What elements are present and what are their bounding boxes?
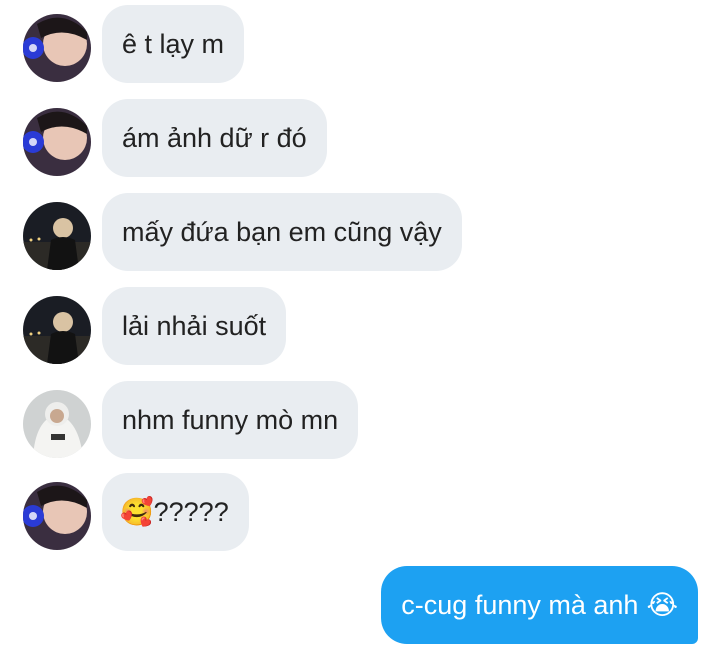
- avatar-user-a[interactable]: [23, 14, 91, 82]
- avatar-user-b[interactable]: [23, 202, 91, 270]
- avatar-photo-icon: [23, 202, 91, 270]
- avatar-photo-icon: [23, 296, 91, 364]
- message-text: nhm funny mò mn: [122, 404, 339, 435]
- avatar-user-c[interactable]: [23, 390, 91, 458]
- message-text: ám ảnh dữ r đó: [122, 122, 307, 153]
- message-text: ê t lạy m: [122, 28, 225, 59]
- sent-message-bubble[interactable]: c-cug funny mà anh 😭: [381, 566, 698, 644]
- loudly-crying-face-icon: 😭: [646, 589, 678, 621]
- message-text: ?????: [153, 496, 229, 527]
- avatar-user-a[interactable]: [23, 482, 91, 550]
- message-bubble[interactable]: ê t lạy m: [102, 5, 245, 83]
- avatar-photo-icon: [23, 14, 91, 82]
- avatar-user-a[interactable]: [23, 108, 91, 176]
- avatar-photo-icon: [23, 390, 91, 458]
- message-bubble[interactable]: lải nhải suốt: [102, 287, 287, 365]
- message-text: lải nhải suốt: [122, 310, 267, 341]
- message-text: mấy đứa bạn em cũng vậy: [122, 216, 442, 247]
- message-bubble[interactable]: nhm funny mò mn: [102, 381, 359, 459]
- smiling-face-with-hearts-icon: 🥰: [120, 497, 154, 528]
- avatar-user-b[interactable]: [23, 296, 91, 364]
- message-bubble[interactable]: 🥰 ?????: [102, 473, 249, 551]
- message-bubble[interactable]: mấy đứa bạn em cũng vậy: [102, 193, 462, 271]
- avatar-photo-icon: [23, 108, 91, 176]
- avatar-photo-icon: [23, 482, 91, 550]
- message-text: c-cug funny mà anh: [401, 589, 639, 620]
- message-bubble[interactable]: ám ảnh dữ r đó: [102, 99, 327, 177]
